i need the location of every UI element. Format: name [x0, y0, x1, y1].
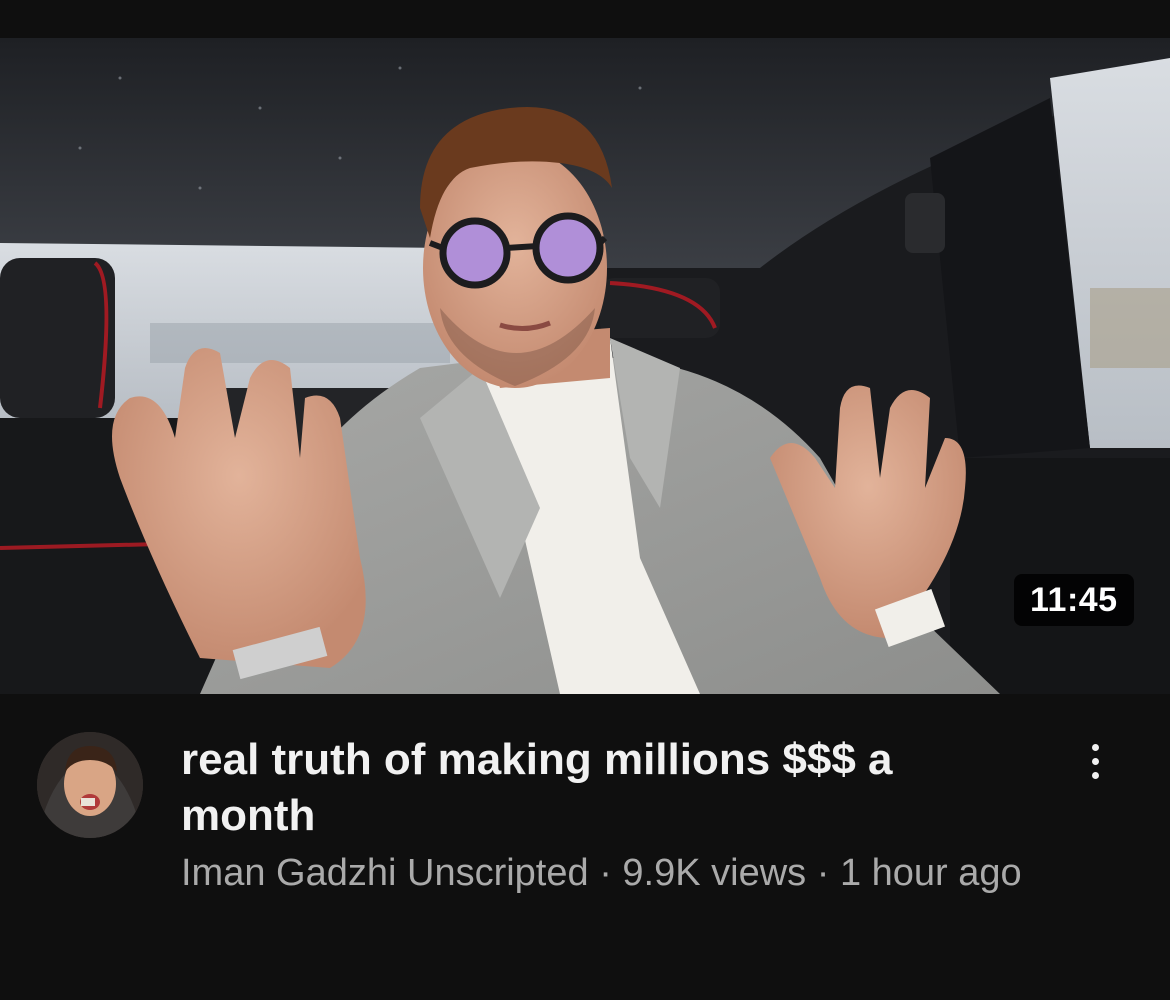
- video-meta-row: real truth of making millions $$$ a mont…: [0, 694, 1170, 1000]
- upload-age: 1 hour ago: [839, 852, 1022, 894]
- duration-badge: 11:45: [1014, 574, 1134, 626]
- channel-name[interactable]: Iman Gadzhi Unscripted: [181, 852, 589, 894]
- dot: [1091, 757, 1099, 765]
- video-metadata: Iman Gadzhi Unscripted · 9.9K views · 1 …: [181, 850, 1041, 896]
- dot: [1091, 743, 1099, 751]
- status-bar-area: [0, 0, 1170, 38]
- more-vert-icon[interactable]: [1074, 734, 1116, 788]
- view-count: 9.9K views: [622, 852, 807, 894]
- video-thumbnail[interactable]: [0, 38, 1170, 694]
- separator: ·: [806, 852, 840, 894]
- thumbnail-image: [0, 38, 1170, 694]
- video-title[interactable]: real truth of making millions $$$ a mont…: [181, 732, 1001, 844]
- channel-avatar[interactable]: [37, 732, 143, 838]
- dot: [1091, 771, 1099, 779]
- avatar-image: [37, 732, 143, 838]
- separator: ·: [588, 852, 623, 894]
